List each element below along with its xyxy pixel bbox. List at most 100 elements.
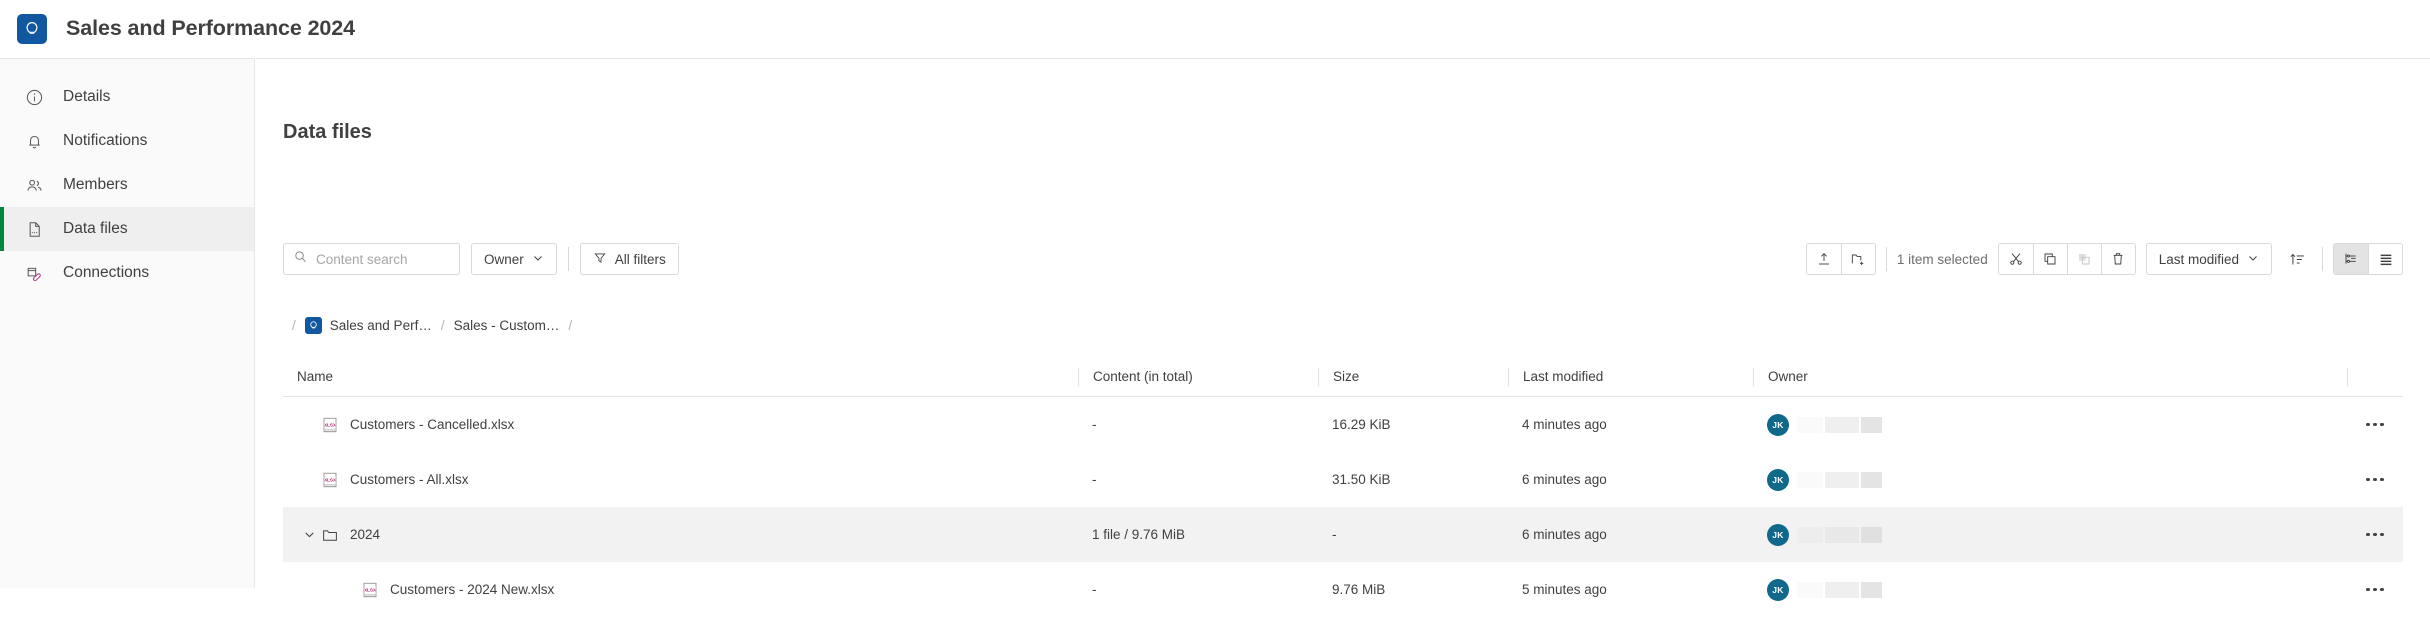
row-last-modified-cell: 4 minutes ago: [1522, 417, 1607, 432]
scissors-icon[interactable]: [1998, 244, 2033, 274]
toolbar-divider: [2322, 247, 2323, 271]
row-owner-cell: JK: [1753, 397, 2347, 452]
search-input-wrapper[interactable]: [283, 243, 460, 275]
sidebar-item-members[interactable]: Members: [0, 163, 254, 207]
sidebar-item-details[interactable]: Details: [0, 75, 254, 119]
svg-text:XLSX: XLSX: [324, 422, 337, 427]
row-name-cell[interactable]: XLSX Customers - 2024 New.xlsx: [283, 562, 1078, 617]
row-actions-button[interactable]: [2347, 507, 2403, 562]
qlik-space-icon: [304, 316, 322, 334]
breadcrumb-item-space[interactable]: Sales and Perf…: [330, 318, 432, 333]
owner-filter-dropdown[interactable]: Owner: [471, 243, 557, 275]
view-toggle-group: [2333, 243, 2403, 275]
sidebar: Details Notifications Members Data files…: [0, 58, 255, 588]
sort-by-label: Last modified: [2158, 251, 2239, 267]
filter-icon: [593, 251, 607, 268]
sidebar-item-label: Connections: [63, 264, 150, 281]
sidebar-item-data-files[interactable]: Data files: [0, 207, 254, 251]
trash-icon[interactable]: [2100, 244, 2135, 274]
tree-view-icon[interactable]: [2334, 244, 2368, 274]
sort-by-dropdown[interactable]: Last modified: [2145, 243, 2272, 275]
paste-icon: [2066, 244, 2101, 274]
chevron-down-icon: [2247, 252, 2259, 267]
owner-filter-label: Owner: [484, 251, 524, 267]
folder-icon: [321, 526, 339, 544]
toolbar-left-group: Owner All filters: [283, 243, 679, 275]
more-actions-icon: [2366, 532, 2384, 537]
column-header-size[interactable]: Size: [1318, 367, 1508, 386]
svg-text:XLSX: XLSX: [324, 477, 337, 482]
table-row[interactable]: XLSX Customers - 2024 New.xlsx - 9.76 Mi…: [283, 562, 2403, 617]
row-name-cell[interactable]: XLSX Customers - Cancelled.xlsx: [283, 397, 1078, 452]
expand-chevron-icon[interactable]: [297, 523, 321, 547]
data-file-icon: [23, 218, 45, 240]
table-header-row: Name Content (in total) Size Last modifi…: [283, 357, 2403, 397]
qlik-logo-icon[interactable]: [17, 13, 47, 44]
data-files-table: Name Content (in total) Size Last modifi…: [283, 357, 2403, 617]
clipboard-group: [1997, 243, 2136, 275]
table-row[interactable]: XLSX Customers - Cancelled.xlsx - 16.29 …: [283, 397, 2403, 452]
all-filters-button[interactable]: All filters: [579, 243, 679, 275]
more-actions-icon: [2366, 587, 2384, 592]
owner-name-redacted: [1797, 416, 1882, 433]
all-filters-label: All filters: [614, 251, 666, 267]
row-name-cell[interactable]: 2024: [283, 507, 1078, 562]
row-content-cell: -: [1092, 472, 1097, 487]
breadcrumb-item-folder[interactable]: Sales - Custom…: [454, 318, 560, 333]
avatar: JK: [1767, 578, 1789, 601]
search-icon: [293, 249, 308, 269]
avatar: JK: [1767, 413, 1789, 436]
row-name-label: 2024: [350, 527, 381, 542]
column-header-name[interactable]: Name: [283, 368, 1078, 386]
table-row[interactable]: 2024 1 file / 9.76 MiB - 6 minutes ago J…: [283, 507, 2403, 562]
app-header: Sales and Performance 2024: [0, 0, 2430, 58]
chevron-down-icon: [532, 252, 544, 267]
column-header-actions: [2347, 367, 2403, 386]
xlsx-file-icon: XLSX: [361, 581, 379, 599]
column-header-content[interactable]: Content (in total): [1078, 367, 1318, 386]
column-header-owner[interactable]: Owner: [1753, 367, 2347, 386]
row-last-modified-cell: 5 minutes ago: [1522, 582, 1607, 597]
more-actions-icon: [2366, 422, 2384, 427]
sidebar-item-label: Data files: [63, 220, 128, 237]
xlsx-file-icon: XLSX: [321, 416, 339, 434]
sidebar-item-label: Details: [63, 88, 111, 105]
toolbar-divider: [567, 247, 569, 271]
column-header-last-modified[interactable]: Last modified: [1508, 367, 1753, 386]
row-content-cell: -: [1092, 582, 1097, 597]
row-size-cell: 16.29 KiB: [1332, 417, 1391, 432]
avatar: JK: [1767, 468, 1789, 491]
breadcrumb-separator: /: [568, 317, 573, 333]
row-name-label: Customers - Cancelled.xlsx: [350, 417, 515, 432]
sidebar-item-notifications[interactable]: Notifications: [0, 119, 254, 163]
row-size-cell: 9.76 MiB: [1332, 582, 1386, 597]
owner-name-redacted: [1797, 526, 1882, 543]
sort-ascending-icon[interactable]: [2282, 244, 2312, 274]
row-actions-button[interactable]: [2347, 562, 2403, 617]
xlsx-file-icon: XLSX: [321, 471, 339, 489]
copy-icon[interactable]: [2032, 244, 2067, 274]
row-content-cell: -: [1092, 417, 1097, 432]
table-row[interactable]: XLSX Customers - All.xlsx - 31.50 KiB 6 …: [283, 452, 2403, 507]
row-name-label: Customers - All.xlsx: [350, 472, 469, 487]
row-name-label: Customers - 2024 New.xlsx: [390, 582, 555, 597]
main-content: Data files Owner: [256, 58, 2430, 601]
row-actions-button[interactable]: [2347, 397, 2403, 452]
sidebar-item-connections[interactable]: Connections: [0, 251, 254, 295]
row-content-cell: 1 file / 9.76 MiB: [1092, 527, 1186, 542]
page-title: Sales and Performance 2024: [66, 16, 356, 40]
row-name-cell[interactable]: XLSX Customers - All.xlsx: [283, 452, 1078, 507]
search-input[interactable]: [316, 251, 450, 267]
row-owner-cell: JK: [1753, 507, 2347, 562]
row-size-cell: -: [1332, 527, 1337, 542]
row-owner-cell: JK: [1753, 562, 2347, 617]
row-actions-button[interactable]: [2347, 452, 2403, 507]
new-folder-icon[interactable]: [1840, 244, 1875, 274]
list-view-icon[interactable]: [2368, 244, 2402, 274]
more-actions-icon: [2366, 477, 2384, 482]
avatar: JK: [1767, 523, 1789, 546]
members-icon: [23, 174, 45, 196]
upload-icon[interactable]: [1806, 244, 1841, 274]
add-group: [1805, 243, 1876, 275]
section-title: Data files: [283, 121, 372, 143]
